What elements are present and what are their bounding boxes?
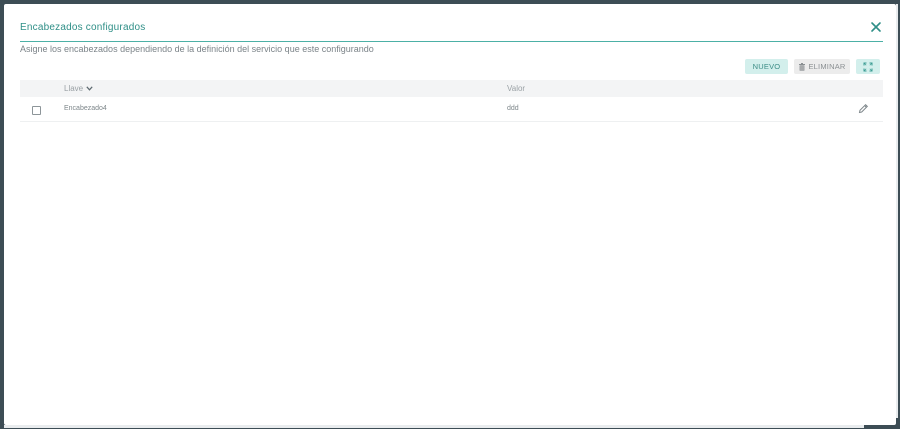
toolbar: NUEVO ELIMINAR [745,59,880,74]
trash-icon [799,62,806,71]
pencil-icon[interactable] [858,103,869,114]
new-button[interactable]: NUEVO [745,59,788,74]
row-checkbox[interactable] [32,106,41,115]
close-icon[interactable] [869,20,883,34]
expand-button[interactable] [856,59,880,74]
column-header-key[interactable]: Llave [64,84,93,93]
delete-label: ELIMINAR [808,62,846,71]
expand-icon [863,62,873,71]
table-header: Llave Valor [20,80,883,97]
row-key: Encabezado4 [64,105,107,112]
dialog-title: Encabezados configurados [20,22,146,33]
headers-dialog: Encabezados configurados Asigne los enca… [4,4,896,425]
headers-table: Llave Valor Encabezado4 ddd [20,80,883,122]
chevron-down-icon[interactable] [86,86,93,91]
row-value: ddd [507,105,519,112]
column-header-value: Valor [507,84,526,93]
horizontal-scrollbar[interactable] [4,425,864,428]
delete-button[interactable]: ELIMINAR [794,59,850,74]
dialog-header: Encabezados configurados [20,18,883,42]
vertical-scrollbar[interactable] [896,4,898,418]
table-row: Encabezado4 ddd [20,97,883,122]
dialog-subtitle: Asigne los encabezados dependiendo de la… [20,44,374,54]
